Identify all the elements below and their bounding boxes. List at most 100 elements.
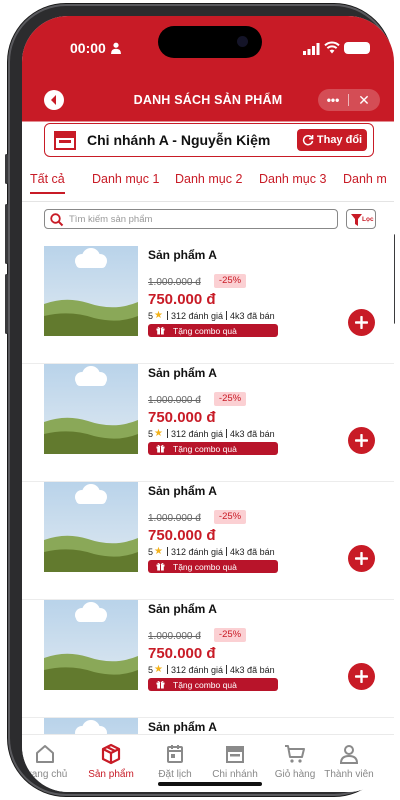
change-branch-button[interactable]: Thay đổi — [297, 129, 367, 151]
wifi-icon — [324, 41, 340, 54]
stats-divider — [226, 665, 228, 674]
product-list[interactable]: Sản phẩm A 1.000.000 đ -25% 750.000 đ 5 … — [22, 236, 394, 736]
plus-icon — [355, 434, 368, 447]
nav-booking[interactable]: Đặt lịch — [144, 743, 206, 780]
more-button[interactable]: ••• — [318, 89, 348, 111]
nav-cart[interactable]: Giỏ hàng — [264, 743, 326, 780]
rating-value: 5 — [148, 428, 154, 439]
original-price: 1.000.000 đ — [148, 513, 201, 524]
bottom-navigation: Trang chủ Sản phẩm Đặt lịch Chi nhánh Gi… — [22, 734, 394, 792]
mini-app-capsule: ••• ✕ — [318, 89, 380, 111]
sold-count: 4k3 đã bán — [230, 428, 275, 439]
screen: 00:00 DANH SÁCH SẢN PHẨM ••• ✕ Chi nhánh… — [22, 16, 394, 792]
product-name[interactable]: Sản phẩm A — [148, 602, 217, 616]
product-stats: 5 ★ 312 đánh giá 4k3 đã bán — [148, 546, 275, 557]
rating-value: 5 — [148, 546, 154, 557]
review-count: 312 đánh giá — [170, 310, 224, 321]
product-name[interactable]: Sản phẩm A — [148, 484, 217, 498]
volume-up-button — [5, 204, 8, 264]
nav-member-label: Thành viên — [324, 769, 374, 780]
phone-frame: 00:00 DANH SÁCH SẢN PHẨM ••• ✕ Chi nhánh… — [5, 4, 395, 796]
stats-divider — [166, 429, 168, 438]
gift-icon — [156, 444, 165, 453]
gift-label: Tặng combo quà — [173, 561, 237, 572]
product-image[interactable] — [44, 482, 138, 572]
stats-divider — [226, 547, 228, 556]
category-tabs: Tất cả Danh mục 1 Danh mục 2 Danh mục 3 … — [22, 166, 394, 202]
add-to-cart-button[interactable] — [348, 663, 375, 690]
calendar-icon — [167, 745, 183, 763]
product-name[interactable]: Sản phẩm A — [148, 248, 217, 262]
tab-category-3[interactable]: Danh mục 3 — [259, 172, 326, 186]
search-icon — [50, 213, 64, 227]
review-count: 312 đánh giá — [170, 546, 224, 557]
refresh-icon — [302, 134, 314, 146]
nav-home-label: Trang chủ — [22, 769, 68, 780]
sale-price: 750.000 đ — [148, 527, 216, 544]
product-name[interactable]: Sản phẩm A — [148, 720, 217, 734]
plus-icon — [355, 316, 368, 329]
plus-icon — [355, 552, 368, 565]
original-price: 1.000.000 đ — [148, 631, 201, 642]
nav-branches[interactable]: Chi nhánh — [204, 743, 266, 780]
product-card[interactable]: Sản phẩm A 1.000.000 đ -25% 750.000 đ 5 … — [22, 482, 394, 600]
search-input[interactable] — [69, 212, 329, 227]
product-card[interactable]: Sản phẩm A 1.000.000 đ -25% 750.000 đ 5 … — [22, 246, 394, 364]
discount-badge: -25% — [214, 510, 246, 524]
battery-icon — [344, 42, 370, 54]
store-icon — [54, 131, 76, 150]
branch-selector: Chi nhánh A - Nguyễn Kiệm Thay đổi — [44, 123, 374, 157]
review-count: 312 đánh giá — [170, 664, 224, 675]
stats-divider — [226, 311, 228, 320]
branch-name: Chi nhánh A - Nguyễn Kiệm — [87, 132, 271, 148]
gift-icon — [156, 326, 165, 335]
add-to-cart-button[interactable] — [348, 309, 375, 336]
title-bar: DANH SÁCH SẢN PHẨM ••• ✕ — [22, 88, 394, 114]
product-image[interactable] — [44, 246, 138, 336]
change-branch-label: Thay đổi — [316, 134, 363, 146]
cart-icon — [285, 745, 305, 763]
discount-badge: -25% — [214, 392, 246, 406]
close-button[interactable]: ✕ — [349, 89, 379, 111]
add-to-cart-button[interactable] — [348, 545, 375, 572]
product-image[interactable] — [44, 364, 138, 454]
original-price: 1.000.000 đ — [148, 277, 201, 288]
landscape-placeholder-icon — [44, 482, 138, 572]
star-icon: ★ — [154, 428, 163, 439]
landscape-placeholder-icon — [44, 364, 138, 454]
star-icon: ★ — [154, 310, 163, 321]
person-icon — [111, 42, 121, 54]
stats-divider — [166, 547, 168, 556]
star-icon: ★ — [154, 664, 163, 675]
action-button — [5, 154, 8, 184]
nav-home[interactable]: Trang chủ — [22, 743, 76, 780]
product-name[interactable]: Sản phẩm A — [148, 366, 217, 380]
tab-category-2[interactable]: Danh mục 2 — [175, 172, 242, 186]
rating-value: 5 — [148, 310, 154, 321]
review-count: 312 đánh giá — [170, 428, 224, 439]
gift-badge: Tặng combo quà — [148, 324, 278, 337]
filter-icon — [351, 214, 362, 226]
nav-member[interactable]: Thành viên — [318, 743, 380, 780]
search-box — [44, 209, 338, 229]
home-indicator — [158, 782, 262, 786]
product-card[interactable]: Sản phẩm A 1.000.000 đ -25% 750.000 đ 5 … — [22, 600, 394, 718]
sale-price: 750.000 đ — [148, 291, 216, 308]
product-image[interactable] — [44, 600, 138, 690]
signal-icon — [303, 43, 320, 55]
add-to-cart-button[interactable] — [348, 427, 375, 454]
discount-badge: -25% — [214, 274, 246, 288]
filter-button[interactable]: Lọc — [346, 209, 376, 229]
product-card[interactable]: Sản phẩm A 1.000.000 đ -25% 750.000 đ 5 … — [22, 364, 394, 482]
store-icon — [226, 746, 244, 763]
nav-products[interactable]: Sản phẩm — [80, 743, 142, 780]
volume-down-button — [5, 274, 8, 334]
tab-category-1[interactable]: Danh mục 1 — [92, 172, 159, 186]
tab-category-4[interactable]: Danh m — [343, 172, 387, 186]
sale-price: 750.000 đ — [148, 409, 216, 426]
gift-label: Tặng combo quà — [173, 443, 237, 454]
tab-all[interactable]: Tất cả — [30, 172, 65, 194]
filter-label: Lọc — [362, 216, 374, 223]
dynamic-island — [158, 26, 262, 58]
gift-label: Tặng combo quà — [173, 325, 237, 336]
